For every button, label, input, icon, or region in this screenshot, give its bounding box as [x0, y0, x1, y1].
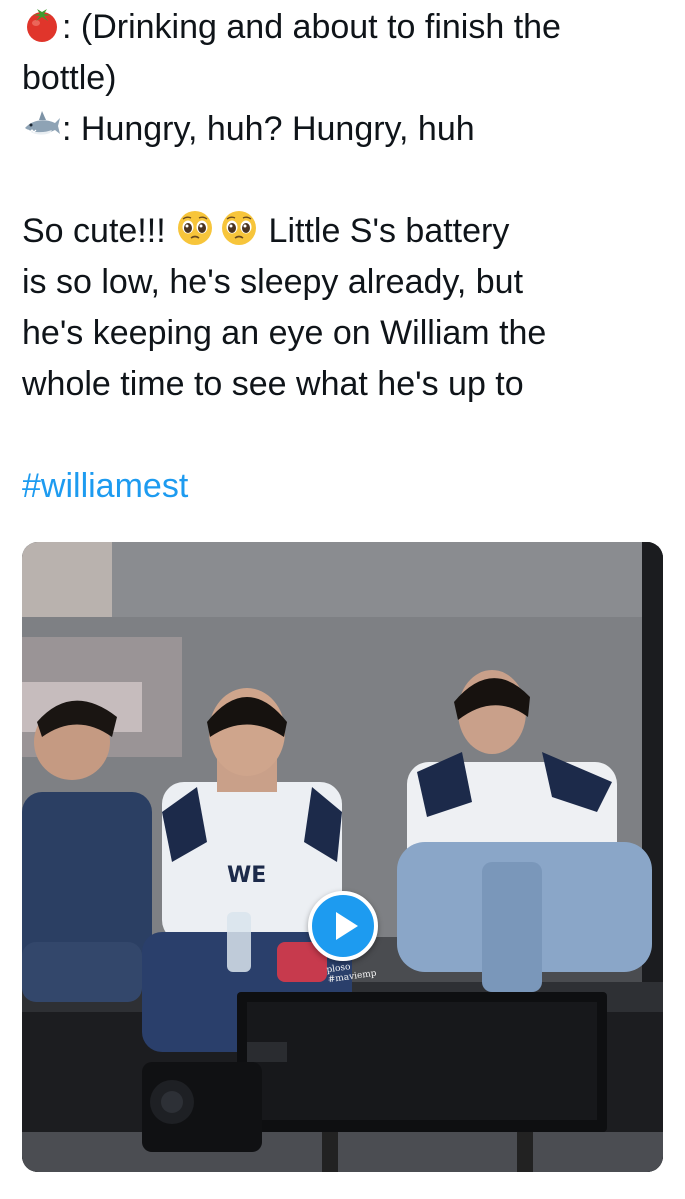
hashtag-link[interactable]: #williamest	[22, 461, 672, 512]
play-icon	[336, 912, 358, 940]
shark-emoji-icon	[22, 106, 62, 146]
tweet-line-3: : Hungry, huh? Hungry, huh	[22, 104, 672, 155]
video-media[interactable]: WE ploso #maviemp	[22, 542, 663, 1172]
tweet-line-3-text: : Hungry, huh? Hungry, huh	[62, 110, 475, 148]
tweet-line-2: bottle)	[22, 59, 117, 97]
tweet-text: : (Drinking and about to finish the bott…	[22, 2, 672, 512]
tomato-emoji-icon	[22, 4, 62, 44]
svg-text:WE: WE	[227, 863, 266, 888]
video-thumbnail: WE	[22, 542, 663, 1172]
tweet-line-5: is so low, he's sleepy already, but	[22, 263, 524, 301]
pleading-face-emoji-icon	[175, 208, 215, 248]
tweet-line-4-pre: So cute!!!	[22, 212, 176, 250]
tweet-line-7: whole time to see what he's up to	[22, 365, 524, 403]
pleading-face-emoji-icon	[219, 208, 259, 248]
tweet-line-4: So cute!!! Little S's battery	[22, 206, 672, 257]
play-button[interactable]	[308, 891, 378, 961]
tweet-line-6: he's keeping an eye on William the	[22, 314, 547, 352]
tweet-line-1-text: : (Drinking and about to finish the	[62, 8, 561, 46]
tweet-line-4-post: Little S's battery	[259, 212, 510, 250]
tweet-line-1: : (Drinking and about to finish the	[22, 2, 672, 53]
